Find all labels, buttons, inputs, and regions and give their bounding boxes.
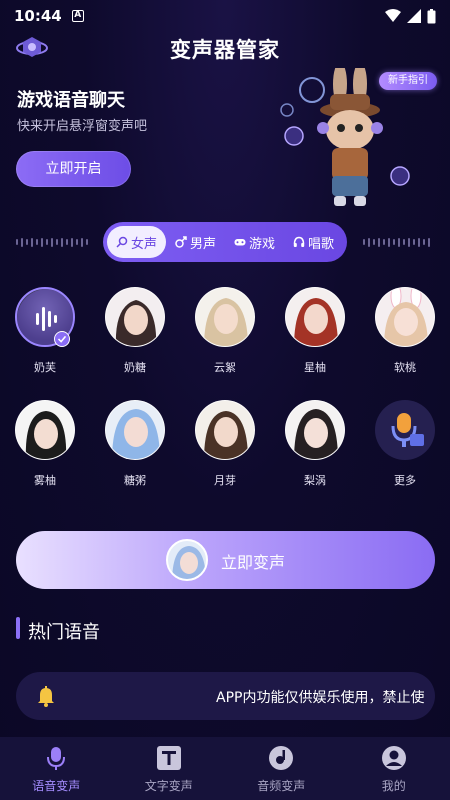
voice-avatar-tangzhou — [105, 400, 165, 460]
magnify-female-icon — [116, 236, 128, 248]
hot-voices-title: 热门语音 — [28, 622, 100, 643]
headphones-icon — [293, 236, 305, 247]
change-voice-now-button[interactable]: 立即变声 — [16, 531, 435, 589]
tab-female-label: 女声 — [130, 236, 157, 252]
voice-avatar-yueya — [195, 400, 255, 460]
voice-name: 更多 — [394, 474, 416, 487]
app-screen: 10:44 A 变声器管家 游戏语音聊天 快来开启悬浮窗变声吧 立即开启 新手指… — [0, 0, 450, 800]
voice-avatar-yunxu — [195, 287, 255, 347]
bunny-mascot-illustration — [280, 68, 410, 206]
voice-item-tangzhou[interactable]: 糖粥 — [105, 400, 165, 488]
status-icons — [385, 8, 436, 24]
voice-name: 雾柚 — [34, 474, 56, 487]
voice-avatar-xingyou — [285, 287, 345, 347]
microphone-icon — [47, 747, 66, 770]
tab-male-label: 男声 — [189, 236, 216, 252]
beginner-guide-badge[interactable]: 新手指引 — [379, 72, 437, 90]
tab-male[interactable]: 男声 — [166, 226, 225, 258]
tab-singing-label: 唱歌 — [307, 236, 334, 252]
text-t-icon — [156, 746, 181, 770]
microphone-more-icon — [391, 413, 424, 447]
tab-game-label: 游戏 — [248, 236, 275, 252]
voice-avatar-ruantao — [375, 287, 435, 347]
voice-item-more[interactable]: 更多 — [375, 400, 435, 488]
voice-item-ruantao[interactable]: 软桃 — [375, 287, 435, 375]
section-accent-bar — [16, 617, 20, 639]
voice-item-yunxu[interactable]: 云絮 — [195, 287, 255, 375]
voice-name: 奶芙 — [34, 361, 56, 374]
nav-mine-label: 我的 — [381, 779, 406, 793]
wifi-icon — [385, 9, 401, 22]
voice-avatar-wuyou — [15, 400, 75, 460]
tab-singing[interactable]: 唱歌 — [284, 226, 343, 258]
voice-name: 梨涡 — [304, 474, 326, 487]
gamepad-icon — [234, 239, 246, 246]
audio-disc-icon — [269, 746, 294, 770]
male-icon — [175, 236, 187, 248]
page-title: 变声器管家 — [170, 38, 280, 62]
voice-name: 软桃 — [394, 361, 416, 374]
voice-item-naifu[interactable]: 奶芙 — [15, 287, 75, 375]
hero-title: 游戏语音聊天 — [17, 90, 125, 111]
status-time: 10:44 — [14, 7, 62, 25]
header: 变声器管家 — [0, 32, 450, 62]
notice-banner[interactable]: APP内功能仅供娱乐使用，禁止使 — [16, 672, 435, 720]
selected-check-icon — [54, 331, 70, 347]
change-voice-now-label: 立即变声 — [221, 553, 286, 572]
voice-item-liwo[interactable]: 梨涡 — [285, 400, 345, 488]
nav-audio-voice-label: 音频变声 — [257, 779, 306, 793]
voice-item-wuyou[interactable]: 雾柚 — [15, 400, 75, 488]
selected-voice-avatar — [166, 539, 208, 581]
signal-icon — [407, 9, 421, 23]
voice-name: 云絮 — [214, 361, 236, 374]
voice-avatar-liwo — [285, 400, 345, 460]
more-voices-avatar — [375, 400, 435, 460]
notice-text: APP内功能仅供娱乐使用，禁止使 — [216, 690, 425, 706]
voice-avatar-naitang — [105, 287, 165, 347]
tab-game[interactable]: 游戏 — [225, 226, 284, 258]
right-waveform-decoration — [363, 237, 430, 247]
nav-voice-change-label: 语音变声 — [32, 779, 81, 793]
voice-name: 糖粥 — [124, 474, 146, 487]
battery-icon — [427, 8, 436, 23]
nav-audio-voice[interactable]: 音频变声 — [225, 737, 338, 800]
tab-female[interactable]: 女声 — [107, 226, 166, 258]
left-waveform-decoration — [16, 237, 88, 247]
voice-name: 星柚 — [304, 361, 326, 374]
bell-icon — [38, 686, 54, 707]
profile-icon — [381, 746, 406, 770]
voice-item-yueya[interactable]: 月芽 — [195, 400, 255, 488]
notification-a-icon: A — [71, 10, 84, 22]
nav-text-voice[interactable]: 文字变声 — [113, 737, 226, 800]
voice-name: 月芽 — [214, 474, 236, 487]
voice-item-naitang[interactable]: 奶糖 — [105, 287, 165, 375]
voice-name: 奶糖 — [124, 361, 146, 374]
voice-category-tabs: 女声 男声 游戏 唱歌 — [103, 222, 347, 262]
hero-subtitle: 快来开启悬浮窗变声吧 — [17, 119, 148, 134]
nav-mine[interactable]: 我的 — [338, 737, 450, 800]
voice-item-xingyou[interactable]: 星柚 — [285, 287, 345, 375]
nav-text-voice-label: 文字变声 — [144, 779, 193, 793]
bottom-navigation: 语音变声 文字变声 音频变声 我的 — [0, 737, 450, 800]
open-floating-window-button[interactable]: 立即开启 — [16, 151, 131, 187]
nav-voice-change[interactable]: 语音变声 — [0, 737, 113, 800]
status-bar: 10:44 A — [0, 0, 450, 32]
